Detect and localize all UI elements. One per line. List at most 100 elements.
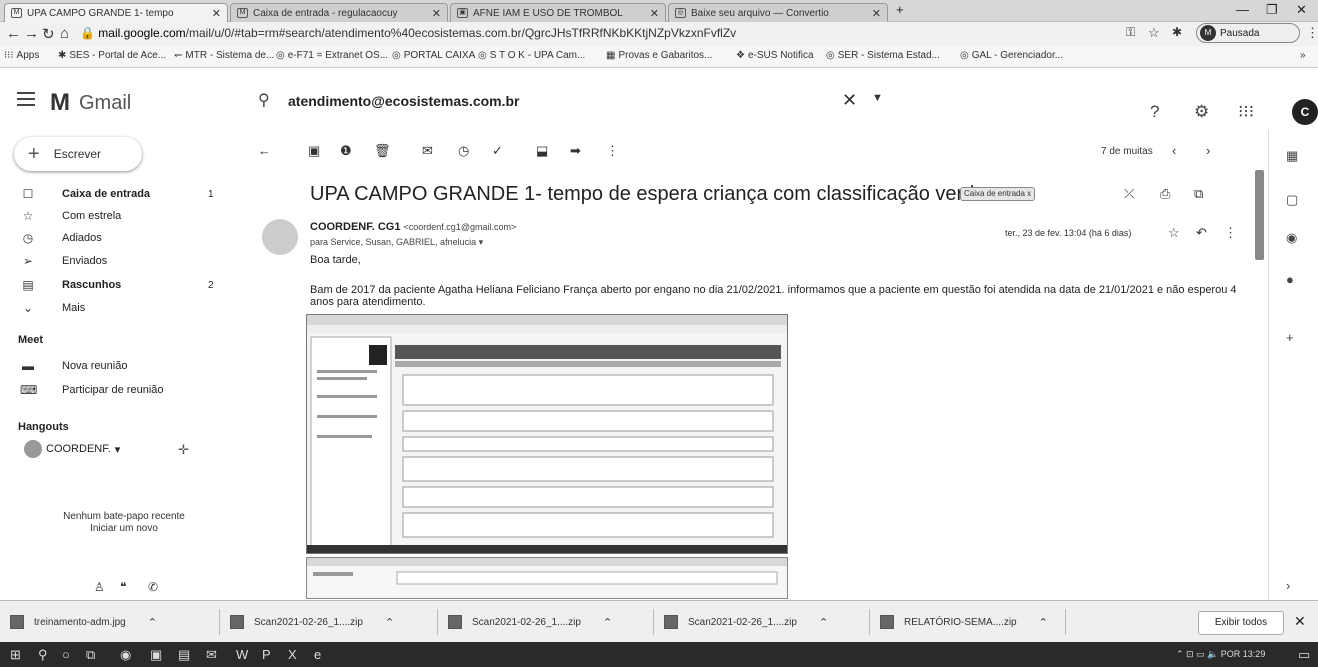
label-icon[interactable]: ➡	[570, 143, 581, 159]
chrome-taskbar-icon[interactable]: ◉	[120, 647, 131, 663]
browser-tab-afne[interactable]: ▣ AFNE IAM E USO DE TROMBOL ✕	[450, 3, 666, 22]
calendar-icon[interactable]: ▦	[1286, 148, 1298, 164]
bookmark-ser[interactable]: ◎ SER - Sistema Estad...	[826, 50, 940, 61]
excel-icon[interactable]: X	[288, 647, 297, 662]
download-item[interactable]: Scan2021-02-26_1....zip ⌃	[230, 609, 438, 635]
expand-panel-icon[interactable]: ›	[1286, 578, 1290, 593]
chevron-up-icon[interactable]: ⌃	[603, 616, 612, 629]
notifications-icon[interactable]: ▭	[1298, 647, 1310, 663]
star-icon[interactable]: ☆	[1168, 225, 1180, 241]
powerpoint-icon[interactable]: P	[262, 647, 271, 662]
hangouts-chat-icon[interactable]: ❝	[120, 580, 126, 594]
close-tab-icon[interactable]: ✕	[650, 7, 659, 20]
url-field[interactable]: 🔒 mail.google.com/mail/u/0/#tab=rm#searc…	[76, 24, 1116, 43]
new-tab-icon[interactable]: +	[896, 2, 904, 17]
forward-icon[interactable]: →	[24, 25, 39, 42]
keep-icon[interactable]: ▢	[1286, 192, 1298, 208]
chevron-down-icon[interactable]: ▾	[479, 237, 484, 247]
mark-unread-icon[interactable]: ✉	[422, 143, 433, 159]
inbox-label-chip[interactable]: Caixa de entrada x	[960, 187, 1036, 201]
key-icon[interactable]: ⚿	[1126, 25, 1135, 40]
move-to-icon[interactable]: ⬓	[536, 143, 548, 159]
gmail-logo[interactable]: M Gmail	[50, 89, 131, 117]
back-to-list-icon[interactable]: ←	[258, 143, 271, 158]
contacts-icon[interactable]: ●	[1286, 272, 1294, 287]
bookmark-extranet[interactable]: ◎ e-F71 = Extranet OS...	[276, 50, 388, 61]
sidebar-item-starred[interactable]: ☆ Com estrela	[0, 206, 232, 226]
sidebar-item-drafts[interactable]: ▤ Rascunhos 2	[0, 275, 232, 295]
chevron-up-icon[interactable]: ⌃	[148, 616, 157, 629]
bookmark-gal[interactable]: ◎ GAL - Gerenciador...	[960, 50, 1063, 61]
browser-tab-caixa[interactable]: M Caixa de entrada - regulacaocuy ✕	[230, 3, 448, 22]
bookmark-ses[interactable]: ✱ SES - Portal de Ace...	[58, 50, 166, 61]
bookmark-esus[interactable]: ❖ e-SUS Notifica	[736, 50, 814, 61]
older-chevron-icon[interactable]: ›	[1206, 143, 1210, 158]
bookmark-stok[interactable]: ◎ S T O K - UPA Cam...	[478, 50, 585, 61]
home-icon[interactable]: ⌂	[60, 25, 69, 42]
add-task-icon[interactable]: ✓	[492, 143, 503, 159]
bookmarks-overflow-icon[interactable]: »	[1300, 50, 1306, 61]
sidebar-item-snoozed[interactable]: ◷ Adiados	[0, 228, 232, 248]
newer-chevron-icon[interactable]: ‹	[1172, 143, 1176, 158]
collapse-all-icon[interactable]: ⤫	[1124, 186, 1134, 202]
browser-menu-icon[interactable]: ⋮	[1306, 25, 1318, 41]
store-icon[interactable]: ▣	[150, 647, 162, 663]
maximize-icon[interactable]: ❐	[1266, 2, 1278, 18]
sidebar-item-inbox[interactable]: ☐ Caixa de entrada 1	[0, 184, 232, 204]
add-contact-icon[interactable]: ✛	[178, 442, 189, 458]
windows-start-icon[interactable]: ⊞	[10, 647, 21, 663]
browser-tab-convertio[interactable]: ◎ Baixe seu arquivo — Convertio ✕	[668, 3, 888, 22]
chevron-up-icon[interactable]: ⌃	[1039, 616, 1048, 629]
open-new-window-icon[interactable]: ⧉	[1194, 186, 1203, 202]
close-tab-icon[interactable]: ✕	[872, 7, 881, 20]
profile-paused-button[interactable]: M Pausada	[1196, 23, 1300, 43]
show-all-downloads-button[interactable]: Exibir todos	[1198, 611, 1284, 635]
sidebar-item-sent[interactable]: ➢ Enviados	[0, 251, 232, 271]
system-tray[interactable]: ⌃ ⊡ ▭ 🔈 POR 13:29	[1176, 649, 1265, 660]
delete-icon[interactable]: 🗑	[374, 143, 391, 159]
close-tab-icon[interactable]: ✕	[432, 7, 441, 20]
word-icon[interactable]: W	[236, 647, 248, 662]
help-icon[interactable]: ?	[1150, 102, 1159, 122]
close-downloads-icon[interactable]: ✕	[1294, 613, 1306, 630]
download-item[interactable]: treinamento-adm.jpg ⌃	[10, 609, 220, 635]
download-item[interactable]: RELATÓRIO-SEMA....zip ⌃	[880, 609, 1066, 635]
extensions-icon[interactable]: ✱	[1172, 25, 1182, 39]
search-icon[interactable]: ⚲	[258, 90, 270, 110]
search-icon[interactable]: ⚲	[38, 647, 48, 663]
phone-icon[interactable]: ✆	[148, 580, 158, 594]
window-close-icon[interactable]: ✕	[1296, 2, 1307, 18]
search-options-icon[interactable]: ▼	[872, 92, 883, 104]
back-icon[interactable]: ←	[6, 25, 21, 42]
bookmark-mtr[interactable]: ↽ MTR - Sistema de...	[174, 50, 274, 61]
clear-search-icon[interactable]: ✕	[842, 90, 857, 111]
attached-screenshot-image[interactable]	[306, 314, 788, 554]
settings-gear-icon[interactable]: ⚙	[1194, 102, 1209, 122]
add-addon-icon[interactable]: +	[1286, 330, 1294, 345]
tasks-icon[interactable]: ◉	[1286, 230, 1297, 246]
hangouts-user[interactable]: COORDENF. ▾	[24, 440, 120, 458]
explorer-icon[interactable]: ▤	[178, 647, 190, 663]
cortana-icon[interactable]: ○	[62, 647, 70, 662]
main-menu-icon[interactable]	[17, 92, 35, 106]
snooze-icon[interactable]: ◷	[458, 143, 469, 159]
mail-icon[interactable]: ✉	[206, 647, 217, 663]
reload-icon[interactable]: ↻	[42, 25, 55, 43]
attached-screenshot-image-2[interactable]	[306, 557, 788, 599]
compose-button[interactable]: + Escrever	[14, 137, 142, 171]
download-item[interactable]: Scan2021-02-26_1....zip ⌃	[664, 609, 870, 635]
recipients-line[interactable]: para Service, Susan, GABRIEL, afnelucia …	[310, 237, 483, 248]
contacts-person-icon[interactable]: ♙	[94, 580, 105, 594]
minimize-icon[interactable]: —	[1236, 2, 1249, 17]
bookmark-portal-caixa[interactable]: ◎ PORTAL CAIXA	[392, 50, 475, 61]
bookmark-apps[interactable]: ⁝⁝⁝ Apps	[4, 50, 39, 61]
task-view-icon[interactable]: ⧉	[86, 647, 95, 663]
bookmark-star-icon[interactable]: ☆	[1148, 25, 1160, 41]
chevron-up-icon[interactable]: ⌃	[385, 616, 394, 629]
meet-new-meeting[interactable]: ▬ Nova reunião	[0, 356, 232, 376]
search-bar[interactable]: ⚲ atendimento@ecosistemas.com.br ✕ ▼	[246, 84, 896, 118]
bookmark-provas[interactable]: ▦ Provas e Gabaritos...	[606, 50, 712, 61]
apps-grid-icon[interactable]: ⁝⁝⁝	[1238, 102, 1254, 122]
search-input[interactable]: atendimento@ecosistemas.com.br	[288, 93, 520, 109]
message-scrollbar[interactable]	[1255, 170, 1264, 260]
